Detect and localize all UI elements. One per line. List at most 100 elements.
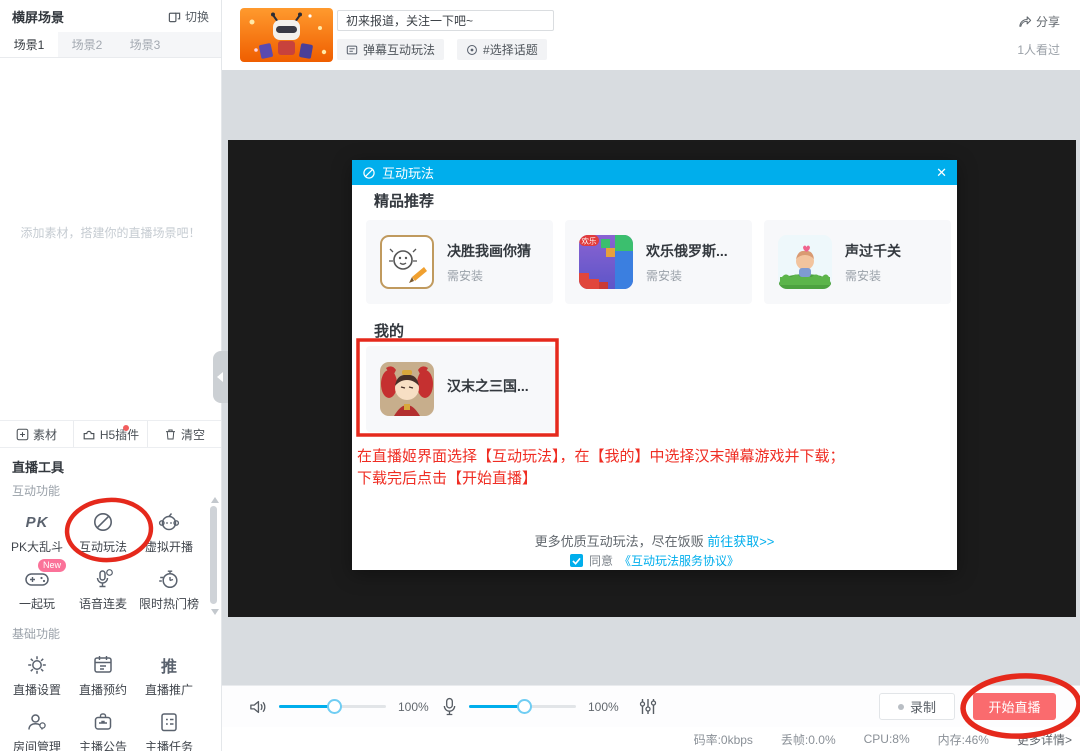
mic-slider-thumb[interactable] xyxy=(517,699,532,714)
live-tools-title: 直播工具 xyxy=(12,460,65,475)
tool-hot-rank[interactable]: 限时热门榜 xyxy=(136,566,202,612)
volume-control: 100% xyxy=(248,698,432,716)
share-button[interactable]: 分享 xyxy=(1018,13,1060,30)
trash-icon xyxy=(166,429,175,439)
basic-section-title: 基础功能 xyxy=(12,627,61,641)
volume-slider-fill xyxy=(279,705,334,708)
new-badge: New xyxy=(37,559,66,572)
users-icon xyxy=(28,714,46,730)
scene-title: 横屏场景 xyxy=(12,9,65,25)
more-games-row: 更多优质互动玩法，尽在饭贩 前往获取>> xyxy=(534,534,775,549)
calendar-icon xyxy=(94,656,112,673)
interactive-tools-grid: PK PK大乱斗 互动玩法 虚拟开播 New 一起玩 语音连麦 限时热门榜 xyxy=(0,501,221,619)
scroll-up-arrow[interactable] xyxy=(211,497,219,503)
tool-interactive-play[interactable]: 互动玩法 xyxy=(70,509,136,555)
h5-plugin-button[interactable]: H5插件 xyxy=(73,421,147,447)
interactive-play-icon-white xyxy=(363,166,375,179)
share-icon xyxy=(1019,16,1032,27)
tool-pk-battle[interactable]: PK PK大乱斗 xyxy=(4,509,70,555)
clear-scene-button[interactable]: 清空 xyxy=(147,421,221,447)
add-material-button[interactable]: 素材 xyxy=(0,421,73,447)
record-button[interactable]: 录制 xyxy=(879,693,955,720)
tool-room-manage[interactable]: 房间管理 xyxy=(4,709,70,751)
gear-icon xyxy=(28,656,46,674)
start-live-button[interactable]: 开始直播 xyxy=(973,693,1056,720)
chevron-left-icon xyxy=(217,372,223,382)
switch-scene-button[interactable]: 切换 xyxy=(168,8,209,25)
tool-anchor-notice[interactable]: 主播公告 xyxy=(70,709,136,751)
tool-anchor-tasks[interactable]: 主播任务 xyxy=(136,709,202,751)
volume-percent: 100% xyxy=(398,699,429,714)
more-details-link[interactable]: 更多详情> xyxy=(1017,731,1072,748)
tool-live-settings[interactable]: 直播设置 xyxy=(4,652,70,698)
viewer-count: 1人看过 xyxy=(1017,43,1060,57)
tab-scene1[interactable]: 场景1 xyxy=(0,32,58,57)
room-title-input[interactable] xyxy=(337,10,554,31)
scroll-down-arrow[interactable] xyxy=(211,609,219,615)
game-card-draw-guess[interactable]: 决胜我画你猜 需安装 xyxy=(366,220,553,304)
room-info-bar: 弹幕互动玩法 #选择话题 分享 1人看过 xyxy=(222,0,1080,70)
agreement-row: 同意 《互动玩法服务协议》 xyxy=(352,552,957,569)
cover-art xyxy=(240,8,333,62)
bitrate-status: 码率:0kbps xyxy=(693,732,753,747)
material-toolbar: 素材 H5插件 清空 xyxy=(0,420,221,448)
svg-text:欢乐: 欢乐 xyxy=(582,236,597,246)
service-agreement-link[interactable]: 《互动玩法服务协议》 xyxy=(619,552,739,569)
get-more-link[interactable]: 前往获取>> xyxy=(707,534,774,549)
sidebar-collapse-handle[interactable] xyxy=(213,351,228,403)
tab-scene3[interactable]: 场景3 xyxy=(116,32,174,57)
tool-play-together[interactable]: New 一起玩 xyxy=(4,559,70,612)
switch-orientation-icon xyxy=(168,12,181,22)
timer-rank-icon xyxy=(159,570,178,589)
speaker-icon[interactable] xyxy=(248,698,267,716)
equalizer-icon[interactable] xyxy=(638,697,658,716)
danmu-play-tag[interactable]: 弹幕互动玩法 xyxy=(337,39,445,60)
scene-preview-area[interactable]: 添加素材，搭建你的直播场景吧！ xyxy=(0,58,221,420)
memory-status: 内存:46% xyxy=(937,732,989,747)
task-list-icon xyxy=(161,713,177,732)
agree-checkbox[interactable] xyxy=(569,554,583,567)
agree-label: 同意 xyxy=(588,554,613,568)
tool-live-promotion[interactable]: 推 直播推广 xyxy=(136,652,202,698)
add-material-icon xyxy=(16,428,29,440)
topic-tag[interactable]: #选择话题 xyxy=(457,39,547,60)
mic-slider[interactable] xyxy=(469,699,576,714)
mine-title: 我的 xyxy=(374,323,405,340)
game-card-hanmo[interactable]: 汉末之三国... xyxy=(366,346,556,432)
game-card-tetris[interactable]: 欢乐 欢乐俄罗斯... 需安装 xyxy=(565,220,752,304)
record-dot-icon xyxy=(897,703,904,710)
mic-slider-fill xyxy=(469,705,524,708)
dialog-title: 互动玩法 xyxy=(382,166,435,181)
annotation-line-2: 下载完后点击【开始直播】 xyxy=(357,470,538,487)
tag-row: 弹幕互动玩法 #选择话题 xyxy=(337,39,547,60)
tab-scene2[interactable]: 场景2 xyxy=(58,32,116,57)
mic-icon[interactable] xyxy=(442,697,457,716)
room-cover-image[interactable] xyxy=(240,8,333,62)
scene-tabs: 场景1 场景2 场景3 xyxy=(0,32,221,58)
empty-scene-hint: 添加素材，搭建你的直播场景吧！ xyxy=(20,226,201,240)
scene-sidebar: 横屏场景 切换 场景1 场景2 场景3 添加素材，搭建你的直播场景吧！ 素材 H… xyxy=(0,0,222,751)
interactive-play-icon xyxy=(94,513,112,531)
tetris-app-icon: 欢乐 xyxy=(579,235,633,289)
voice-level-app-icon xyxy=(778,235,832,289)
check-icon xyxy=(572,557,581,565)
tool-live-schedule[interactable]: 直播预约 xyxy=(70,652,136,698)
recommend-title: 精品推荐 xyxy=(374,193,435,210)
tool-voice-connect[interactable]: 语音连麦 xyxy=(70,566,136,612)
notice-board-icon xyxy=(94,713,112,730)
interactive-section-title: 互动功能 xyxy=(12,484,61,498)
cpu-status: CPU:8% xyxy=(863,732,910,746)
tools-scrollbar[interactable] xyxy=(209,497,219,615)
bottom-control-bar: 100% 100% 录制 开始直播 xyxy=(222,685,1080,727)
game-card-voice-level[interactable]: 声过千关 需安装 xyxy=(764,220,951,304)
pk-icon: PK xyxy=(25,513,49,531)
close-icon[interactable]: ✕ xyxy=(936,166,947,179)
volume-slider-thumb[interactable] xyxy=(327,699,342,714)
volume-slider[interactable] xyxy=(279,699,386,714)
virtual-avatar-icon xyxy=(158,513,180,531)
scene-header: 横屏场景 切换 xyxy=(0,0,221,32)
stream-status-bar: 码率:0kbps 丢帧:0.0% CPU:8% 内存:46% 更多详情> xyxy=(222,727,1080,751)
mic-percent: 100% xyxy=(588,699,619,714)
scrollbar-thumb[interactable] xyxy=(210,506,217,604)
tool-virtual-broadcast[interactable]: 虚拟开播 xyxy=(136,509,202,555)
